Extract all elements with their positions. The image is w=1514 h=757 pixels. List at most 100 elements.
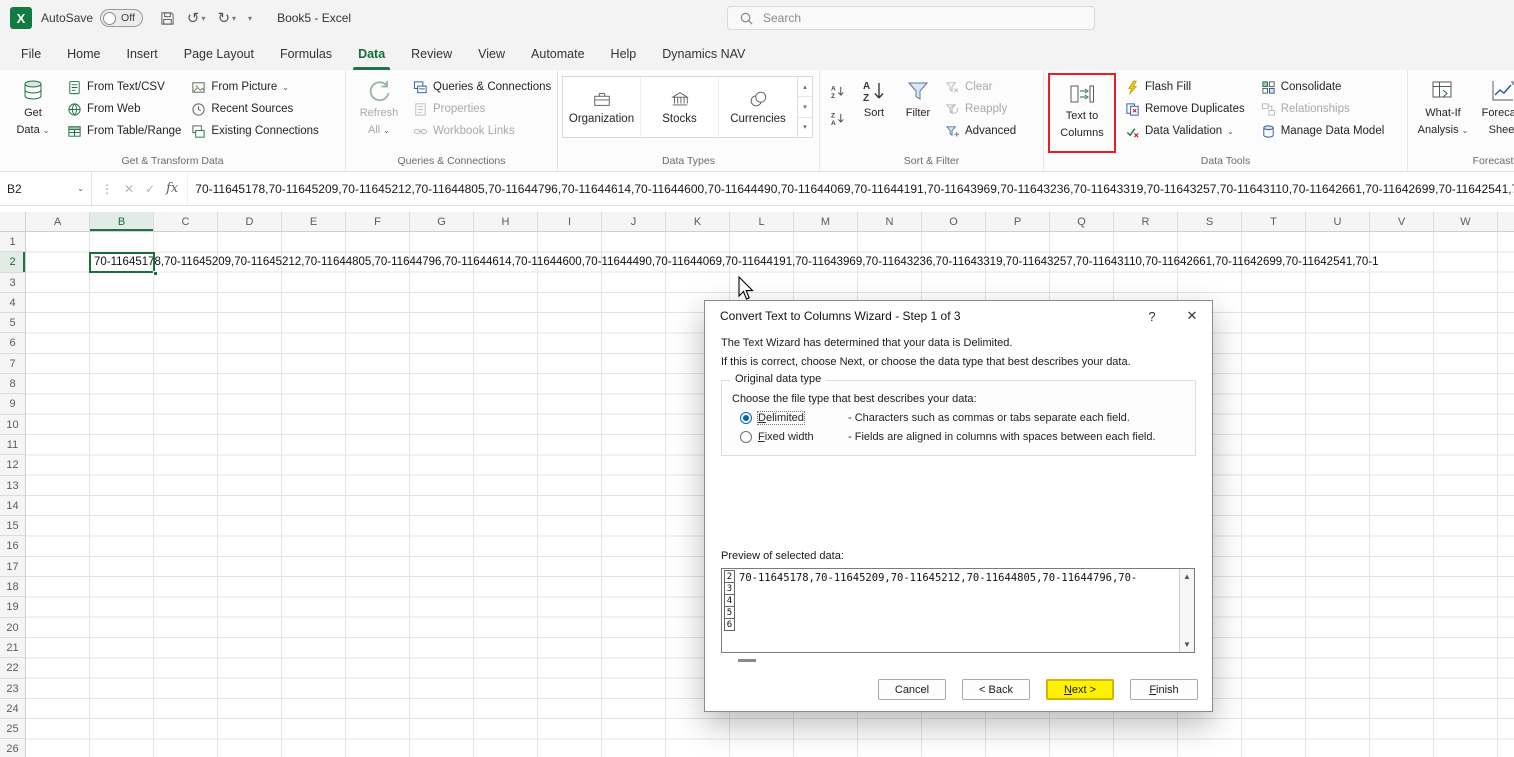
data-type-organization[interactable]: Organization xyxy=(563,77,641,137)
data-type-stocks[interactable]: Stocks xyxy=(641,77,719,137)
fill-handle[interactable] xyxy=(153,271,158,276)
clear-filter-button[interactable]: Clear xyxy=(940,76,1021,98)
name-box-dropdown-icon[interactable]: ⌄ xyxy=(77,184,84,193)
row-header-25[interactable]: 25 xyxy=(0,719,25,739)
column-header-A[interactable]: A xyxy=(26,212,90,231)
redo-button[interactable]: ↻▾ xyxy=(217,9,236,27)
next-button[interactable]: Next > xyxy=(1046,679,1114,700)
dialog-close-button[interactable]: ✕ xyxy=(1172,301,1212,331)
tab-help[interactable]: Help xyxy=(598,39,650,70)
excel-logo-icon[interactable]: X xyxy=(10,7,32,29)
autosave-toggle[interactable]: Off xyxy=(100,9,143,27)
column-header-J[interactable]: J xyxy=(602,212,666,231)
delimited-radio-label[interactable]: Delimited xyxy=(758,412,804,424)
row-header-6[interactable]: 6 xyxy=(0,333,25,353)
row-header-18[interactable]: 18 xyxy=(0,577,25,597)
back-button[interactable]: < Back xyxy=(962,679,1030,700)
row-header-9[interactable]: 9 xyxy=(0,394,25,414)
cell-b2-overflow-text[interactable]: 70-11645178,70-11645209,70-11645212,70-1… xyxy=(90,252,1514,272)
sort-button[interactable]: AZ Sort xyxy=(852,73,896,153)
column-header-K[interactable]: K xyxy=(666,212,730,231)
column-header-D[interactable]: D xyxy=(218,212,282,231)
cancel-entry-icon[interactable]: ✕ xyxy=(124,182,134,196)
select-all-corner[interactable] xyxy=(0,212,26,232)
save-button[interactable] xyxy=(160,11,175,26)
gallery-up-button[interactable]: ▴ xyxy=(798,77,812,96)
row-header-20[interactable]: 20 xyxy=(0,618,25,638)
cancel-button[interactable]: Cancel xyxy=(878,679,946,700)
name-box[interactable]: B2 ⌄ xyxy=(0,172,92,205)
column-header-B[interactable]: B xyxy=(90,212,154,231)
row-header-1[interactable]: 1 xyxy=(0,232,25,252)
column-header-V[interactable]: V xyxy=(1370,212,1434,231)
autosave-control[interactable]: AutoSave Off xyxy=(41,9,143,27)
column-header-S[interactable]: S xyxy=(1178,212,1242,231)
tab-home[interactable]: Home xyxy=(54,39,113,70)
undo-button[interactable]: ↺▾ xyxy=(187,9,206,27)
tab-page-layout[interactable]: Page Layout xyxy=(171,39,267,70)
customize-qat-button[interactable]: ▾ xyxy=(248,14,252,23)
preview-scrollbar[interactable]: ▲ ▼ xyxy=(1179,569,1194,652)
insert-function-button[interactable]: fx xyxy=(166,181,178,196)
delimited-radio[interactable] xyxy=(740,412,752,424)
row-header-15[interactable]: 15 xyxy=(0,516,25,536)
column-header-H[interactable]: H xyxy=(474,212,538,231)
column-header-L[interactable]: L xyxy=(730,212,794,231)
fixed-width-radio[interactable] xyxy=(740,431,752,443)
row-header-11[interactable]: 11 xyxy=(0,435,25,455)
column-header-F[interactable]: F xyxy=(346,212,410,231)
preview-scroll-down-icon[interactable]: ▼ xyxy=(1183,640,1191,649)
tab-formulas[interactable]: Formulas xyxy=(267,39,345,70)
consolidate-button[interactable]: Consolidate xyxy=(1256,76,1390,98)
row-header-21[interactable]: 21 xyxy=(0,638,25,658)
gallery-more-button[interactable]: ▾ xyxy=(798,117,812,137)
get-data-button[interactable]: Get Data ⌄ xyxy=(4,73,62,153)
search-box[interactable]: Search xyxy=(727,6,1095,30)
remove-duplicates-button[interactable]: Remove Duplicates xyxy=(1120,98,1250,120)
properties-button[interactable]: Properties xyxy=(408,98,556,120)
row-header-10[interactable]: 10 xyxy=(0,415,25,435)
row-header-13[interactable]: 13 xyxy=(0,476,25,496)
tab-review[interactable]: Review xyxy=(398,39,465,70)
dialog-help-button[interactable]: ? xyxy=(1132,301,1172,331)
from-web-button[interactable]: From Web xyxy=(62,98,186,120)
row-header-17[interactable]: 17 xyxy=(0,557,25,577)
recent-sources-button[interactable]: Recent Sources xyxy=(186,98,323,120)
advanced-filter-button[interactable]: Advanced xyxy=(940,120,1021,142)
formula-bar-drag-handle[interactable]: ⋮ xyxy=(101,182,113,196)
from-text-csv-button[interactable]: From Text/CSV xyxy=(62,76,186,98)
column-header-G[interactable]: G xyxy=(410,212,474,231)
column-header-P[interactable]: P xyxy=(986,212,1050,231)
reapply-filter-button[interactable]: Reapply xyxy=(940,98,1021,120)
column-header-Q[interactable]: Q xyxy=(1050,212,1114,231)
preview-hscroll-thumb[interactable] xyxy=(738,659,756,662)
gallery-down-button[interactable]: ▾ xyxy=(798,96,812,116)
row-header-23[interactable]: 23 xyxy=(0,679,25,699)
column-header-E[interactable]: E xyxy=(282,212,346,231)
text-to-columns-button[interactable]: Text to Columns xyxy=(1052,76,1112,141)
sort-ascending-button[interactable]: AZ xyxy=(824,79,850,103)
column-header-I[interactable]: I xyxy=(538,212,602,231)
column-header-M[interactable]: M xyxy=(794,212,858,231)
row-header-12[interactable]: 12 xyxy=(0,455,25,475)
column-header-T[interactable]: T xyxy=(1242,212,1306,231)
flash-fill-button[interactable]: Flash Fill xyxy=(1120,76,1250,98)
row-header-19[interactable]: 19 xyxy=(0,597,25,617)
row-header-24[interactable]: 24 xyxy=(0,699,25,719)
row-header-22[interactable]: 22 xyxy=(0,658,25,678)
tab-dynamics-nav[interactable]: Dynamics NAV xyxy=(649,39,758,70)
data-type-currencies[interactable]: Currencies xyxy=(719,77,797,137)
formula-bar-value[interactable]: 70-11645178,70-11645209,70-11645212,70-1… xyxy=(188,172,1514,205)
row-header-7[interactable]: 7 xyxy=(0,354,25,374)
filter-button[interactable]: Filter xyxy=(896,73,940,153)
column-header-C[interactable]: C xyxy=(154,212,218,231)
column-header-O[interactable]: O xyxy=(922,212,986,231)
row-header-16[interactable]: 16 xyxy=(0,536,25,556)
column-header-U[interactable]: U xyxy=(1306,212,1370,231)
data-validation-button[interactable]: Data Validation ⌄ xyxy=(1120,120,1250,142)
existing-connections-button[interactable]: Existing Connections xyxy=(186,120,323,142)
tab-file[interactable]: File xyxy=(8,39,54,70)
preview-scroll-up-icon[interactable]: ▲ xyxy=(1183,572,1191,581)
finish-button[interactable]: Finish xyxy=(1130,679,1198,700)
column-header-X[interactable]: X xyxy=(1498,212,1514,231)
